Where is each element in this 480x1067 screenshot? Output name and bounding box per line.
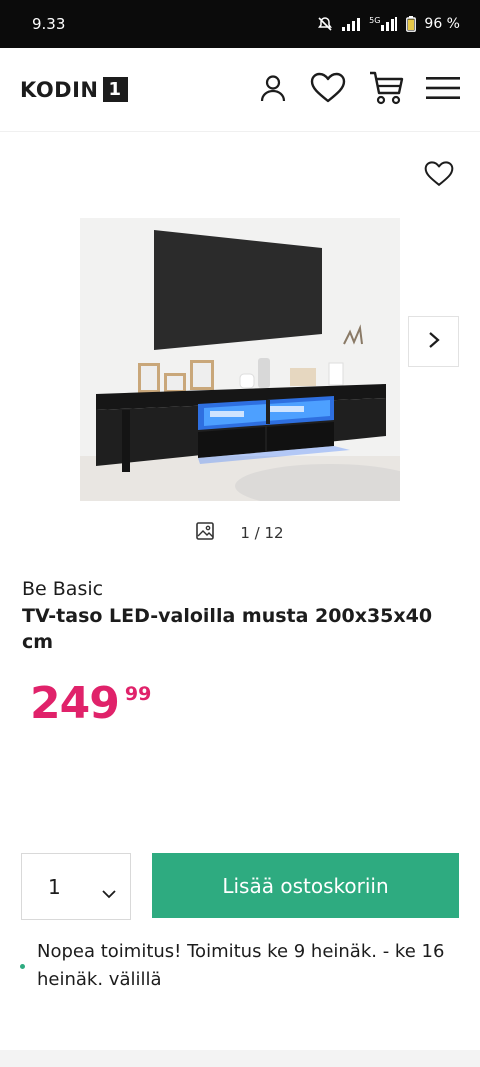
- kodin1-logo[interactable]: KODIN 1: [20, 77, 128, 102]
- menu-icon[interactable]: [426, 76, 460, 104]
- status-bar: 9.33 5G 96 %: [0, 0, 480, 48]
- delivery-info: Nopea toimitus! Toimitus ke 9 heinäk. - …: [20, 938, 460, 994]
- chevron-right-icon: [428, 331, 440, 353]
- quantity-select[interactable]: 1: [21, 853, 131, 920]
- delivery-text: Nopea toimitus! Toimitus ke 9 heinäk. - …: [37, 941, 445, 990]
- product-price: 249 99: [30, 676, 151, 732]
- footer-strip: [0, 1050, 480, 1067]
- price-cents: 99: [124, 683, 152, 705]
- add-to-cart-button[interactable]: Lisää ostoskoriin: [152, 853, 459, 918]
- account-icon[interactable]: [258, 73, 288, 107]
- logo-text: KODIN: [20, 77, 99, 102]
- status-icons: 5G 96 %: [317, 16, 460, 32]
- quantity-value: 1: [48, 874, 61, 899]
- price-euros: 249: [30, 678, 120, 729]
- product-brand[interactable]: Be Basic: [22, 578, 103, 600]
- cart-icon[interactable]: [368, 70, 404, 110]
- battery-level: 96 %: [424, 16, 460, 32]
- mute-icon: [317, 16, 333, 32]
- battery-icon: [406, 16, 417, 32]
- favorite-heart-icon[interactable]: [424, 160, 456, 192]
- status-time: 9.33: [32, 15, 66, 33]
- network-5g-icon: 5G: [369, 17, 398, 31]
- network-label: 5G: [369, 16, 381, 25]
- product-image[interactable]: [80, 218, 400, 501]
- next-image-button[interactable]: [408, 316, 459, 367]
- chevron-down-icon: [102, 880, 116, 904]
- signal-icon: [341, 17, 361, 31]
- image-counter: 1 / 12: [0, 522, 480, 544]
- logo-box: 1: [102, 77, 128, 102]
- image-icon: [196, 522, 215, 544]
- header-actions: [258, 70, 460, 110]
- heart-icon[interactable]: [310, 72, 346, 108]
- product-gallery: 1 / 12: [0, 132, 480, 552]
- image-counter-label: 1 / 12: [240, 524, 284, 542]
- product-title: TV-taso LED-valoilla musta 200x35x40 cm: [22, 605, 433, 653]
- site-header: KODIN 1: [0, 48, 480, 132]
- delivery-status-dot: [20, 964, 25, 969]
